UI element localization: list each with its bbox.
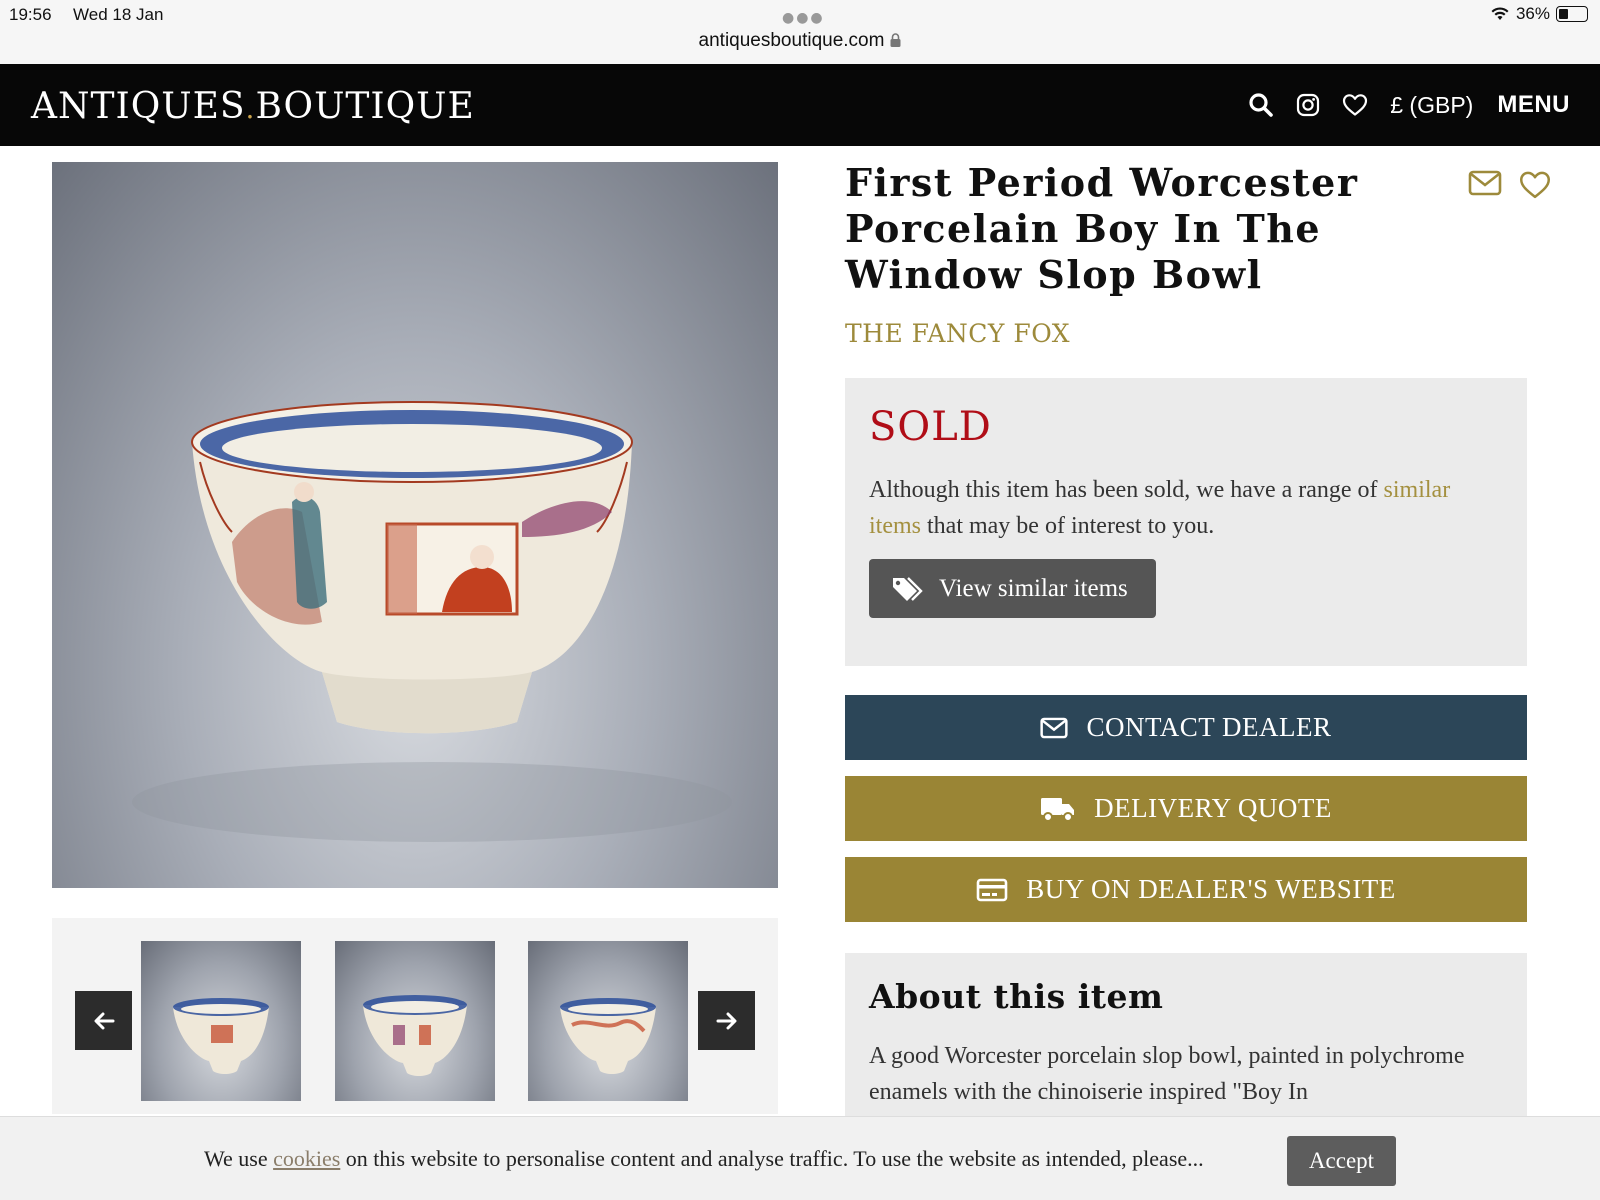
thumbnail-2[interactable] xyxy=(335,941,495,1101)
envelope-icon xyxy=(1040,717,1069,738)
buy-on-dealer-website-button[interactable]: BUY ON DEALER'S WEBSITE xyxy=(845,857,1527,922)
buy-on-dealer-website-label: BUY ON DEALER'S WEBSITE xyxy=(1026,874,1396,904)
cookies-link[interactable]: cookies xyxy=(273,1146,340,1171)
cookie-text-end: on this website to personalise content a… xyxy=(340,1146,1204,1171)
accept-cookies-button[interactable]: Accept xyxy=(1287,1136,1396,1186)
dealer-name-link[interactable]: THE FANCY FOX xyxy=(845,319,1070,348)
status-indicators: 36% xyxy=(1490,4,1588,24)
main-product-image[interactable] xyxy=(52,162,778,888)
delivery-quote-button[interactable]: DELIVERY QUOTE xyxy=(845,776,1527,841)
sold-message-text: Although this item has been sold, we hav… xyxy=(869,477,1384,503)
arrow-left-icon xyxy=(94,1012,114,1029)
next-image-button[interactable] xyxy=(698,991,755,1050)
currency-selector[interactable]: £ (GBP) xyxy=(1390,92,1473,119)
site-logo[interactable]: ANTIQUES.BOUTIQUE xyxy=(31,86,475,127)
sold-heading: SOLD xyxy=(869,404,992,450)
product-title-actions xyxy=(1468,170,1552,200)
credit-card-icon xyxy=(976,878,1008,901)
url-text: antiquesboutique.com xyxy=(698,30,885,51)
lock-icon xyxy=(890,33,901,47)
delivery-quote-label: DELIVERY QUOTE xyxy=(1094,793,1332,823)
menu-button[interactable]: MENU xyxy=(1497,91,1570,119)
heart-icon[interactable] xyxy=(1342,93,1368,117)
thumbnail-strip xyxy=(52,918,778,1114)
cookie-message: We use cookies on this website to person… xyxy=(204,1146,1204,1172)
truck-icon xyxy=(1041,797,1075,822)
site-header: ANTIQUES.BOUTIQUE £ (GBP) MENU xyxy=(0,64,1600,146)
previous-image-button[interactable] xyxy=(75,991,132,1050)
contact-dealer-label: CONTACT DEALER xyxy=(1086,712,1332,742)
logo-dot: . xyxy=(245,92,256,125)
battery-icon xyxy=(1556,6,1588,22)
bowl-thumbnail-illustration xyxy=(363,995,467,1076)
instagram-icon[interactable] xyxy=(1296,93,1320,117)
arrow-right-icon xyxy=(716,1012,736,1029)
sold-message: Although this item has been sold, we hav… xyxy=(869,472,1489,544)
status-time: 19:56 xyxy=(9,5,52,24)
heart-icon[interactable] xyxy=(1518,170,1552,200)
wifi-icon xyxy=(1491,7,1509,20)
contact-dealer-button[interactable]: CONTACT DEALER xyxy=(845,695,1527,760)
view-similar-items-button[interactable]: View similar items xyxy=(869,559,1156,618)
product-title: First Period Worcester Porcelain Boy In … xyxy=(845,160,1359,297)
bowl-illustration xyxy=(132,401,732,842)
sold-message-text-end: that may be of interest to you. xyxy=(921,513,1215,539)
thumbnail-3[interactable] xyxy=(528,941,688,1101)
header-nav: £ (GBP) MENU xyxy=(1248,64,1570,146)
browser-status-bar: 19:56 Wed 18 Jan ●●● 36% antiquesboutiqu… xyxy=(0,0,1600,64)
logo-text-right: BOUTIQUE xyxy=(255,86,475,127)
search-icon[interactable] xyxy=(1248,92,1274,118)
bowl-thumbnail-illustration xyxy=(173,998,269,1074)
multitasking-dots-icon[interactable]: ●●● xyxy=(782,10,825,26)
status-date: Wed 18 Jan xyxy=(73,5,164,24)
battery-percent: 36% xyxy=(1515,4,1550,23)
logo-text-left: ANTIQUES xyxy=(31,86,246,127)
sold-notice: SOLD Although this item has been sold, w… xyxy=(845,378,1527,666)
envelope-icon[interactable] xyxy=(1468,170,1502,196)
about-description: A good Worcester porcelain slop bowl, pa… xyxy=(869,1043,1465,1105)
url-bar[interactable]: antiquesboutique.com xyxy=(0,30,1600,52)
about-item-section: About this item A good Worcester porcela… xyxy=(845,953,1527,1123)
tags-icon xyxy=(893,576,923,601)
bowl-thumbnail-illustration xyxy=(560,998,656,1074)
cookie-text: We use xyxy=(204,1146,274,1171)
about-heading: About this item xyxy=(869,977,1164,1016)
cookie-banner: We use cookies on this website to person… xyxy=(0,1116,1600,1200)
view-similar-items-label: View similar items xyxy=(939,574,1128,602)
thumbnail-1[interactable] xyxy=(141,941,301,1101)
